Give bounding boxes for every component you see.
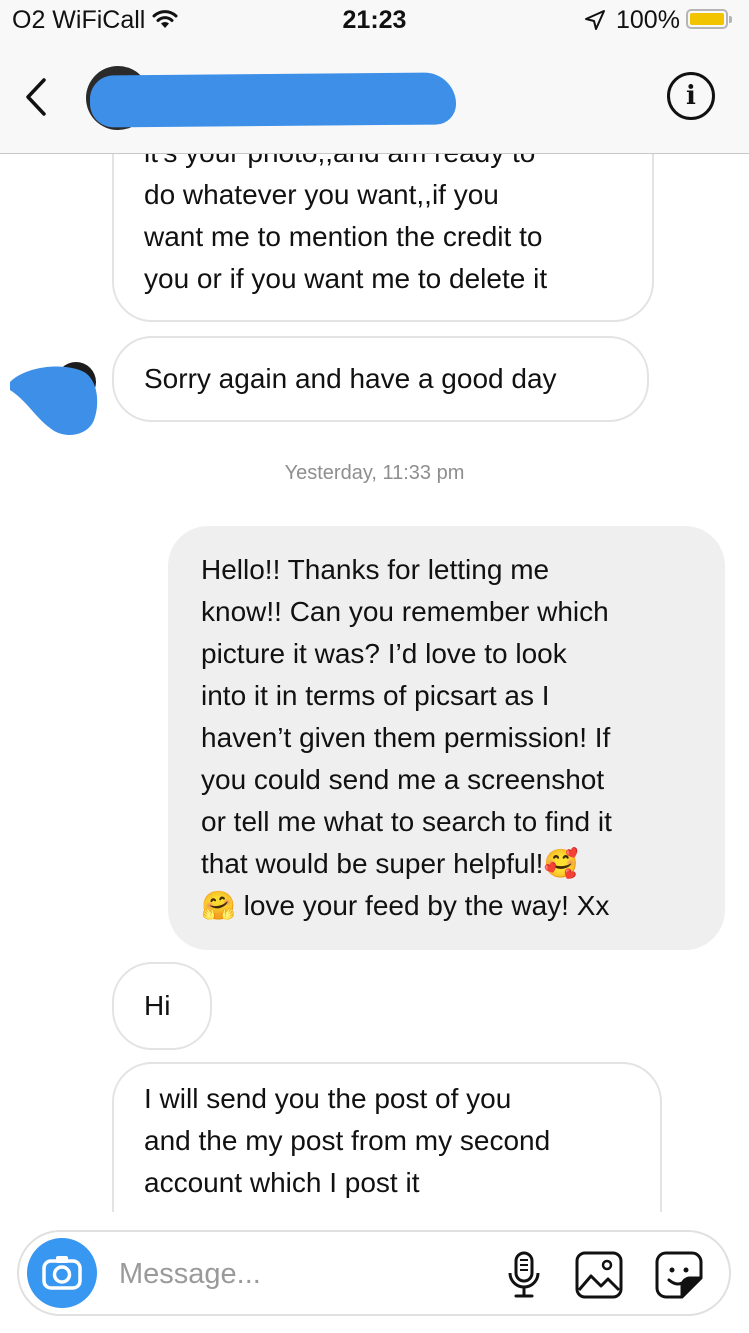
message-line: know!! Can you remember which bbox=[201, 596, 609, 627]
contact-name[interactable] bbox=[0, 42, 1, 43]
name-redaction bbox=[89, 72, 457, 128]
sticker-button[interactable] bbox=[654, 1250, 704, 1300]
battery-icon bbox=[686, 9, 728, 29]
chevron-left-icon bbox=[26, 78, 46, 116]
message-outgoing-1[interactable]: Hello!! Thanks for letting me know!! Can… bbox=[168, 526, 725, 950]
message-line: Hello!! Thanks for letting me bbox=[201, 554, 550, 585]
message-text: Hi bbox=[144, 990, 171, 1021]
message-line: account which I post it bbox=[144, 1167, 420, 1198]
message-input[interactable] bbox=[117, 1250, 481, 1298]
microphone-icon bbox=[508, 1251, 540, 1298]
battery-fill bbox=[690, 13, 724, 25]
message-line: you or if you want me to delete it bbox=[144, 263, 548, 294]
message-line: into it in terms of picsart as I bbox=[201, 680, 550, 711]
message-line: picture it was? I’d love to look bbox=[201, 638, 567, 669]
info-button[interactable]: i bbox=[667, 72, 715, 120]
message-line: do whatever you want,,if you bbox=[144, 179, 499, 210]
camera-icon bbox=[42, 1256, 82, 1290]
message-timestamp: Yesterday, 11:33 pm bbox=[284, 462, 465, 484]
info-icon: i bbox=[686, 81, 696, 111]
message-incoming-2[interactable]: Sorry again and have a good day bbox=[112, 336, 649, 422]
message-line: you could send me a screenshot bbox=[201, 764, 605, 795]
sticker-icon bbox=[655, 1251, 703, 1299]
location-arrow-icon bbox=[584, 9, 606, 36]
status-bar: O2 WiFiCall 21:23 100% bbox=[0, 0, 749, 42]
back-button[interactable] bbox=[18, 72, 58, 122]
message-line: it's your photo,,and am ready to bbox=[144, 154, 622, 174]
message-line: or tell me what to search to find it bbox=[201, 806, 612, 837]
battery-tip bbox=[729, 16, 732, 23]
message-line: I will send you the post of you bbox=[144, 1083, 512, 1114]
message-incoming-3[interactable]: Hi bbox=[112, 962, 212, 1050]
conversation-header: i bbox=[0, 42, 749, 154]
message-line: 🤗 love your feed by the way! Xx bbox=[201, 890, 610, 921]
gallery-button[interactable] bbox=[574, 1250, 624, 1300]
message-thread[interactable]: it's your photo,,and am ready to do what… bbox=[0, 154, 749, 1212]
message-incoming-4[interactable]: I will send you the post of you and the … bbox=[112, 1062, 662, 1212]
image-icon bbox=[575, 1251, 623, 1299]
message-composer bbox=[17, 1230, 731, 1316]
camera-button[interactable] bbox=[27, 1238, 97, 1308]
battery-percent: 100% bbox=[616, 6, 680, 34]
message-line: haven’t given them permission! If bbox=[201, 722, 611, 753]
message-line: that would be super helpful!🥰 bbox=[201, 848, 579, 879]
sender-avatar bbox=[10, 362, 98, 435]
message-text: Sorry again and have a good day bbox=[144, 363, 557, 394]
microphone-button[interactable] bbox=[499, 1250, 549, 1300]
message-line: and the my post from my second bbox=[144, 1125, 551, 1156]
message-incoming-1[interactable]: it's your photo,,and am ready to do what… bbox=[112, 154, 654, 322]
message-line: want me to mention the credit to bbox=[144, 221, 543, 252]
